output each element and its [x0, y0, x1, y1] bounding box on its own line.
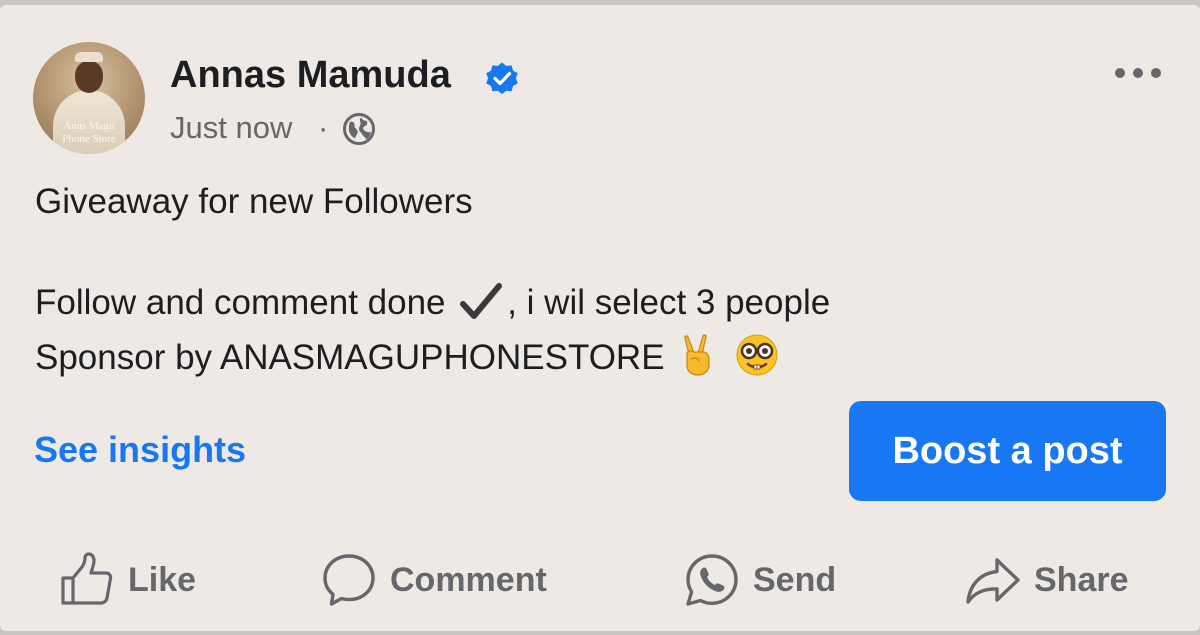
- like-button[interactable]: Like: [58, 550, 196, 610]
- post-card: Anas Magu Phone Store Annas Mamuda Just …: [0, 5, 1200, 631]
- post-text-line: Sponsor by ANASMAGUPHONESTORE: [35, 333, 782, 380]
- avatar-watermark: Anas Magu: [63, 120, 115, 132]
- more-options-icon[interactable]: [1112, 59, 1164, 87]
- send-label: Send: [753, 561, 837, 599]
- post-text-segment: Follow and comment done: [35, 283, 446, 322]
- send-button[interactable]: Send: [683, 550, 836, 610]
- meta-separator: ·: [318, 110, 329, 145]
- whatsapp-icon: [686, 554, 738, 606]
- post-text-line: Giveaway for new Followers: [35, 182, 473, 221]
- post-text-segment: , i wil select 3 people: [507, 283, 831, 322]
- timestamp[interactable]: Just now: [170, 109, 292, 147]
- boost-post-button[interactable]: Boost a post: [849, 401, 1166, 501]
- see-insights-link[interactable]: See insights: [34, 428, 246, 472]
- avatar-face: [75, 61, 103, 93]
- share-arrow-icon: [966, 558, 1020, 604]
- avatar-watermark: Phone Store: [62, 133, 116, 145]
- share-label: Share: [1034, 561, 1129, 599]
- like-label: Like: [128, 561, 197, 599]
- nerd-face-emoji: [736, 334, 778, 376]
- author-name[interactable]: Annas Mamuda: [170, 53, 451, 97]
- share-button[interactable]: Share: [964, 550, 1129, 610]
- post-text-line: Follow and comment done , i wil select 3…: [35, 281, 830, 325]
- victory-hand-emoji: [684, 334, 710, 376]
- avatar-cap: [75, 52, 103, 62]
- globe-icon: [343, 113, 375, 145]
- thumbs-up-icon: [61, 552, 113, 605]
- post-text-segment: Sponsor by ANASMAGUPHONESTORE: [35, 338, 665, 377]
- check-mark-emoji: [460, 283, 503, 319]
- verified-badge-icon: [486, 62, 518, 95]
- comment-label: Comment: [390, 561, 547, 599]
- avatar[interactable]: Anas Magu Phone Store: [33, 42, 145, 154]
- comment-button[interactable]: Comment: [320, 550, 547, 610]
- comment-bubble-icon: [323, 554, 375, 606]
